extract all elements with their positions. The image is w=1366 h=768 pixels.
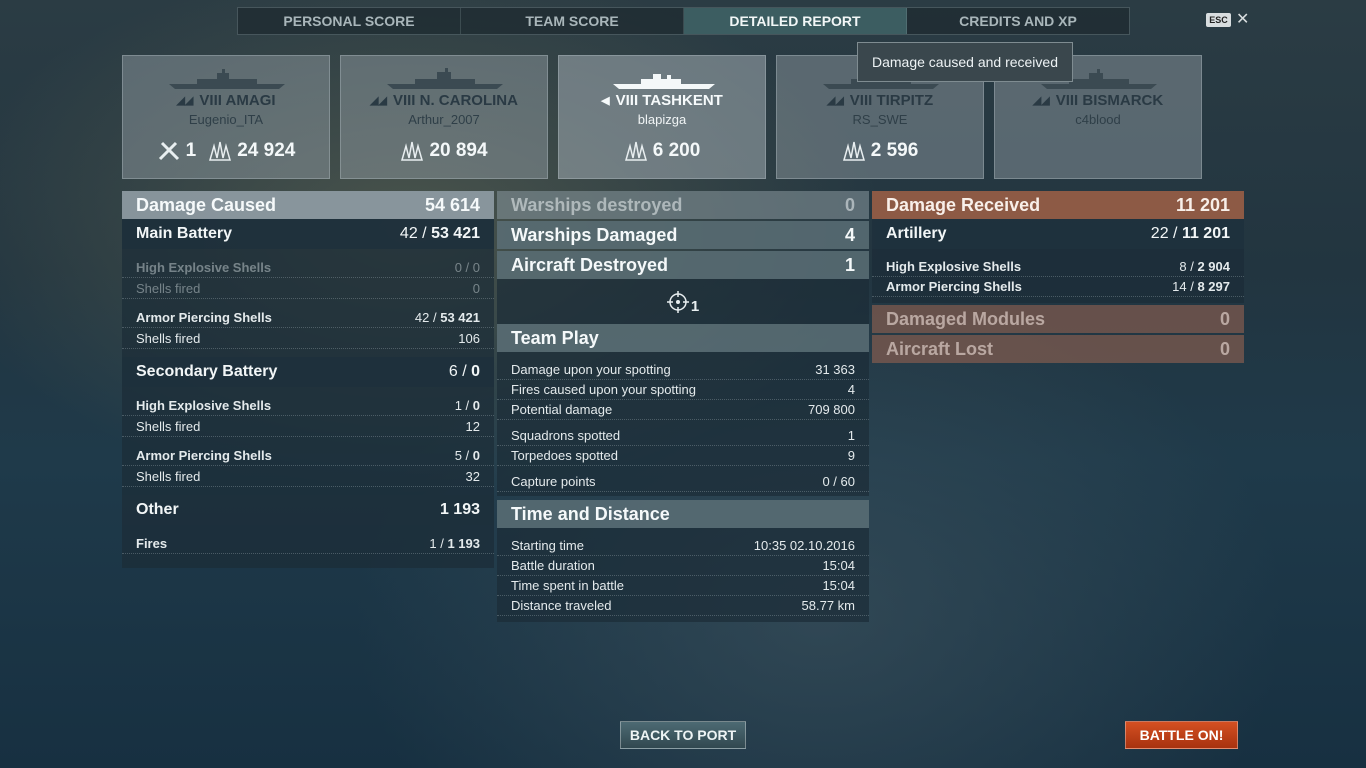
team-play-header: Team Play — [497, 324, 869, 352]
battleship-class-icon: ◢◢ — [176, 95, 194, 107]
player-name: Eugenio_ITA — [188, 112, 264, 127]
tooltip: Damage caused and received — [857, 42, 1073, 82]
main-ap-row: Armor Piercing Shells 42 / 53 421 — [122, 307, 494, 328]
secondary-ap-row: Armor Piercing Shells 5 / 0 — [122, 445, 494, 466]
secondary-he-fired-row: Shells fired 12 — [122, 416, 494, 437]
fires-row: Fires 1 / 1 193 — [122, 533, 494, 554]
td-row: Time spent in battle 15:04 — [497, 576, 869, 596]
damage-stat: 2 596 — [842, 140, 918, 162]
other-row: Other 1 193 — [122, 495, 494, 525]
destroyer-class-icon: ◀ — [601, 95, 610, 107]
damage-stat: 24 924 — [208, 140, 295, 162]
tp-row: Torpedoes spotted 9 — [497, 446, 869, 466]
tp-row: Damage upon your spotting 31 363 — [497, 360, 869, 380]
received-shells-list: High Explosive Shells 8 / 2 904 Armor Pie… — [872, 249, 1244, 303]
player-name: RS_SWE — [852, 112, 908, 127]
main-he-fired-row: Shells fired 0 — [122, 278, 494, 299]
aircraft-icon-strip: 1 — [497, 279, 869, 324]
aircraft-lost-header: Aircraft Lost 0 — [872, 335, 1244, 363]
damage-burst-icon — [624, 141, 647, 161]
tp-row: Potential damage 709 800 — [497, 400, 869, 420]
time-distance-list: Starting time 10:35 02.10.2016 Battle dur… — [497, 528, 869, 622]
damage-caused-header: Damage Caused 54 614 — [122, 191, 494, 219]
damage-stat: 20 894 — [400, 140, 488, 162]
received-ap-row: Armor Piercing Shells 14 / 8 297 — [872, 277, 1244, 297]
secondary-battery-row: Secondary Battery 6 / 0 — [122, 357, 494, 387]
damage-stat: 6 200 — [624, 140, 700, 162]
time-distance-header: Time and Distance — [497, 500, 869, 528]
card-stats: 2 596 — [777, 140, 983, 162]
damage-burst-icon — [842, 141, 865, 161]
td-row: Starting time 10:35 02.10.2016 — [497, 536, 869, 556]
td-row: Distance traveled 58.77 km — [497, 596, 869, 616]
tp-row: Squadrons spotted 1 — [497, 426, 869, 446]
card-stats: 1 24 924 — [123, 140, 329, 162]
damage-burst-icon — [401, 141, 424, 161]
battleship-class-icon: ◢◢ — [1032, 95, 1050, 107]
back-to-port-button[interactable]: BACK TO PORT — [620, 721, 746, 749]
player-name: blapizga — [637, 112, 687, 127]
aircraft-destroyed-header: Aircraft Destroyed 1 — [497, 251, 869, 279]
warships-damaged-header: Warships Damaged 4 — [497, 221, 869, 249]
damage-received-header: Damage Received 11 201 — [872, 191, 1244, 219]
damage-received-panel: Damage Received 11 201 Artillery 22 / 11 2… — [872, 191, 1244, 363]
main-battery-row: Main Battery 42 / 53 421 — [122, 219, 494, 249]
ship-card-amagi[interactable]: ◢◢ VIII AMAGI Eugenio_ITA 1 24 924 — [122, 55, 330, 179]
tab-personal-score[interactable]: PERSONAL SCORE — [238, 8, 461, 34]
tab-credits-xp[interactable]: CREDITS AND XP — [907, 8, 1129, 34]
esc-key-hint: ESC — [1206, 13, 1231, 27]
ship-name: ◢◢ VIII AMAGI — [176, 92, 276, 109]
player-name: Arthur_2007 — [408, 112, 480, 127]
aircraft-icon-count: 1 — [690, 298, 700, 315]
ship-name: ◢◢ VIII N. CAROLINA — [370, 92, 518, 109]
tp-row: Capture points 0 / 60 — [497, 472, 869, 492]
damage-burst-icon — [209, 141, 232, 161]
team-play-list: Damage upon your spotting 31 363 Fires ca… — [497, 352, 869, 496]
battleship-silhouette-icon — [387, 68, 503, 89]
ship-card-tashkent[interactable]: ◀ VIII TASHKENT blapizga 6 200 — [558, 55, 766, 179]
secondary-ap-fired-row: Shells fired 32 — [122, 466, 494, 487]
main-ap-fired-row: Shells fired 106 — [122, 328, 494, 349]
player-name: c4blood — [1075, 112, 1121, 127]
damage-caused-panel: Damage Caused 54 614 Main Battery 42 / 53 … — [122, 191, 494, 568]
battle-on-button[interactable]: BATTLE ON! — [1125, 721, 1238, 749]
middle-panel: Warships destroyed 0 Warships Damaged 4 Ai… — [497, 191, 869, 622]
aircraft-crosshair-icon — [666, 290, 689, 313]
battleship-silhouette-icon — [169, 69, 285, 89]
close-icon[interactable]: ✕ — [1236, 9, 1249, 29]
kills-stat: 1 — [157, 140, 196, 162]
ship-name: ◢◢ VIII BISMARCK — [1032, 92, 1164, 109]
damaged-modules-header: Damaged Modules 0 — [872, 305, 1244, 333]
received-he-row: High Explosive Shells 8 / 2 904 — [872, 257, 1244, 277]
warship-destroyed-icon — [158, 141, 179, 161]
card-stats: 20 894 — [341, 140, 547, 162]
tab-team-score[interactable]: TEAM SCORE — [461, 8, 684, 34]
tp-row: Fires caused upon your spotting 4 — [497, 380, 869, 400]
battleship-class-icon: ◢◢ — [826, 95, 844, 107]
battleship-class-icon: ◢◢ — [370, 95, 387, 107]
report-tabs: PERSONAL SCORE TEAM SCORE DETAILED REPOR… — [237, 7, 1130, 35]
tab-detailed-report[interactable]: DETAILED REPORT — [684, 8, 907, 34]
ship-card-n-carolina[interactable]: ◢◢ VIII N. CAROLINA Arthur_2007 20 894 — [340, 55, 548, 179]
ship-name: ◢◢ VIII TIRPITZ — [826, 92, 934, 109]
main-he-row: High Explosive Shells 0 / 0 — [122, 257, 494, 278]
td-row: Battle duration 15:04 — [497, 556, 869, 576]
destroyer-silhouette-icon — [613, 74, 715, 89]
secondary-he-row: High Explosive Shells 1 / 0 — [122, 395, 494, 416]
artillery-row: Artillery 22 / 11 201 — [872, 219, 1244, 249]
warships-destroyed-header: Warships destroyed 0 — [497, 191, 869, 219]
ship-name: ◀ VIII TASHKENT — [601, 92, 723, 109]
card-stats: 6 200 — [559, 140, 765, 162]
